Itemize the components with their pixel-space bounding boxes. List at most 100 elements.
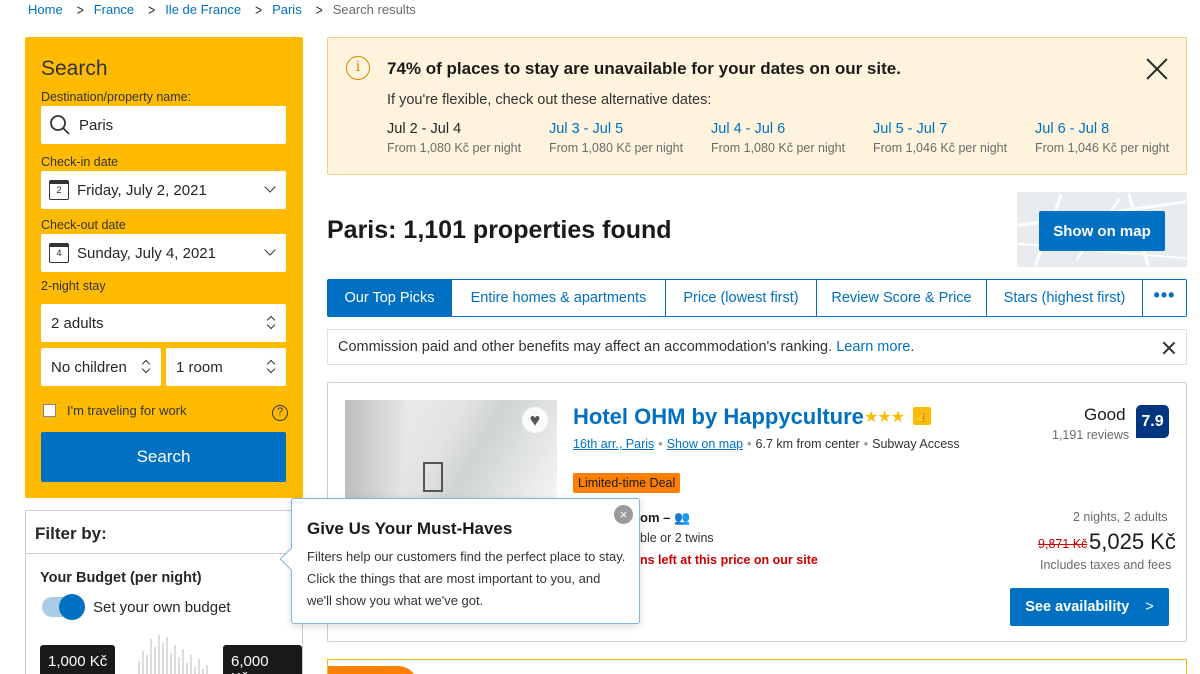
budget-title: Your Budget (per night)	[40, 570, 202, 586]
alt-date-price: From 1,080 Kč per night	[549, 141, 684, 155]
alt-date-option: Jul 2 - Jul 4 From 1,080 Kč per night	[387, 121, 547, 155]
commission-period: .	[910, 339, 915, 355]
see-availability-label: See availability	[1025, 599, 1130, 615]
max-price-handle[interactable]: 6,000 Kč+	[223, 645, 302, 674]
alt-date-price: From 1,046 Kč per night	[873, 141, 1008, 155]
location-line: 16th arr., Paris • Show on map • 6.7 km from…	[573, 437, 960, 451]
breadcrumb-ile-de-france[interactable]: Ile de France	[165, 2, 241, 17]
rooms-value: 1 room	[176, 358, 223, 376]
info-icon: i	[346, 56, 370, 80]
filters-tooltip: Give Us Your Must-Haves Filters help our…	[279, 498, 640, 624]
alt-date-option[interactable]: Jul 3 - Jul 5 From 1,080 Kč per night	[549, 121, 709, 155]
tab-review-score-price[interactable]: Review Score & Price	[817, 280, 987, 316]
alt-date-range[interactable]: Jul 6 - Jul 8	[1035, 121, 1195, 137]
close-icon[interactable]: ×	[614, 505, 633, 524]
next-card-badge	[328, 666, 418, 674]
tab-top-picks[interactable]: Our Top Picks	[328, 280, 452, 316]
search-title: Search	[41, 57, 108, 80]
budget-toggle-label: Set your own budget	[93, 599, 231, 616]
min-price-handle[interactable]: 1,000 Kč	[40, 645, 116, 674]
alt-date-range[interactable]: Jul 3 - Jul 5	[549, 121, 709, 137]
alert-subtitle: If you're flexible, check out these alte…	[387, 92, 712, 108]
chevron-right-icon: >	[255, 1, 263, 18]
hotel-name-link[interactable]: Hotel OHM by Happyculture	[573, 404, 864, 430]
alt-date-range[interactable]: Jul 5 - Jul 7	[873, 121, 1033, 137]
chevron-down-icon	[264, 181, 276, 193]
tab-price-lowest[interactable]: Price (lowest first)	[666, 280, 817, 316]
budget-toggle[interactable]	[42, 594, 85, 620]
review-count: 1,191 reviews	[1052, 428, 1130, 442]
show-on-map-link[interactable]: Show on map	[667, 437, 743, 451]
filter-panel: Filter by: Your Budget (per night) Set y…	[25, 510, 303, 674]
heart-icon[interactable]: ♥	[522, 407, 548, 433]
select-arrows-icon	[141, 360, 151, 374]
children-select[interactable]: No children	[41, 348, 161, 386]
close-icon[interactable]	[1145, 57, 1169, 81]
help-icon[interactable]: ?	[272, 405, 288, 421]
filter-title: Filter by:	[26, 511, 302, 554]
stay-length: 2-night stay	[41, 279, 106, 293]
adults-select[interactable]: 2 adults	[41, 304, 286, 342]
scarcity-text: ns left at this price on our site	[640, 553, 818, 567]
breadcrumb-home[interactable]: Home	[28, 2, 63, 17]
see-availability-button[interactable]: See availability >	[1010, 588, 1169, 626]
distance-text: 6.7 km from center	[755, 437, 860, 451]
alt-date-option[interactable]: Jul 5 - Jul 7 From 1,046 Kč per night	[873, 121, 1033, 155]
deal-badge: Limited-time Deal	[573, 473, 681, 493]
chevron-right-icon: >	[76, 1, 84, 18]
adults-value: 2 adults	[51, 314, 104, 332]
close-icon[interactable]	[1162, 341, 1176, 355]
chevron-right-icon: >	[148, 1, 156, 18]
commission-notice: Commission paid and other benefits may a…	[327, 329, 1187, 365]
breadcrumb-current: Search results	[332, 2, 416, 17]
nights-adults-text: 2 nights, 2 adults	[1073, 510, 1168, 524]
checkout-value: Sunday, July 4, 2021	[77, 244, 216, 262]
tooltip-title: Give Us Your Must-Haves	[307, 519, 513, 538]
rooms-select[interactable]: 1 room	[166, 348, 286, 386]
district-link[interactable]: 16th arr., Paris	[573, 437, 654, 451]
breadcrumb-france[interactable]: France	[94, 2, 134, 17]
preferred-thumbs-up-icon: 👍	[913, 407, 931, 425]
results-title: Paris: 1,101 properties found	[327, 216, 672, 244]
commission-text: Commission paid and other benefits may a…	[338, 339, 833, 355]
star-rating-icon: ★★★	[864, 409, 905, 426]
checkin-value: Friday, July 2, 2021	[77, 181, 207, 199]
search-button[interactable]: Search	[41, 432, 286, 482]
breadcrumb-paris[interactable]: Paris	[272, 2, 302, 17]
tooltip-body: Filters help our customers find the perf…	[307, 549, 626, 608]
alt-date-option[interactable]: Jul 4 - Jul 6 From 1,080 Kč per night	[711, 121, 871, 155]
chevron-right-icon: >	[1145, 599, 1154, 615]
breadcrumb: Home > France > Ile de France > Paris > …	[28, 1, 416, 18]
destination-value: Paris	[79, 116, 114, 134]
work-travel-label: I'm traveling for work	[67, 403, 187, 418]
work-travel-checkbox[interactable]	[43, 404, 56, 417]
learn-more-link[interactable]: Learn more	[836, 339, 910, 355]
review-score-badge: 7.9	[1136, 405, 1169, 438]
guests-icon: 👥	[673, 510, 691, 525]
more-options-icon[interactable]: •••	[1143, 280, 1186, 316]
taxes-note: Includes taxes and fees	[1040, 558, 1172, 572]
search-panel: Search Destination/property name: Paris …	[25, 37, 303, 498]
current-price: 5,025 Kč	[1089, 529, 1176, 554]
alt-date-price: From 1,080 Kč per night	[711, 141, 846, 155]
tab-stars-highest[interactable]: Stars (highest first)	[987, 280, 1143, 316]
alt-date-option[interactable]: Jul 6 - Jul 8 From 1,046 Kč per night	[1035, 121, 1195, 155]
calendar-icon: 2	[49, 180, 69, 200]
select-arrows-icon	[266, 316, 276, 330]
select-arrows-icon	[266, 360, 276, 374]
tab-entire-homes[interactable]: Entire homes & apartments	[452, 280, 666, 316]
price-histogram	[138, 631, 218, 674]
sort-tabs: Our Top Picks Entire homes & apartments …	[327, 279, 1187, 317]
toggle-knob	[59, 594, 85, 620]
checkout-label: Check-out date	[41, 218, 126, 232]
destination-input[interactable]: Paris	[41, 106, 286, 144]
next-property-card	[327, 659, 1187, 674]
availability-alert: i 74% of places to stay are unavailable …	[327, 37, 1187, 175]
show-on-map-button[interactable]: Show on map	[1039, 211, 1165, 251]
original-price: 9,871 Kč	[1038, 537, 1088, 551]
alt-date-range[interactable]: Jul 4 - Jul 6	[711, 121, 871, 137]
alt-date-price: From 1,080 Kč per night	[387, 141, 522, 155]
room-type-text: om – 👥	[640, 510, 691, 525]
checkin-field[interactable]: 2 Friday, July 2, 2021	[41, 171, 286, 209]
checkout-field[interactable]: 4 Sunday, July 4, 2021	[41, 234, 286, 272]
